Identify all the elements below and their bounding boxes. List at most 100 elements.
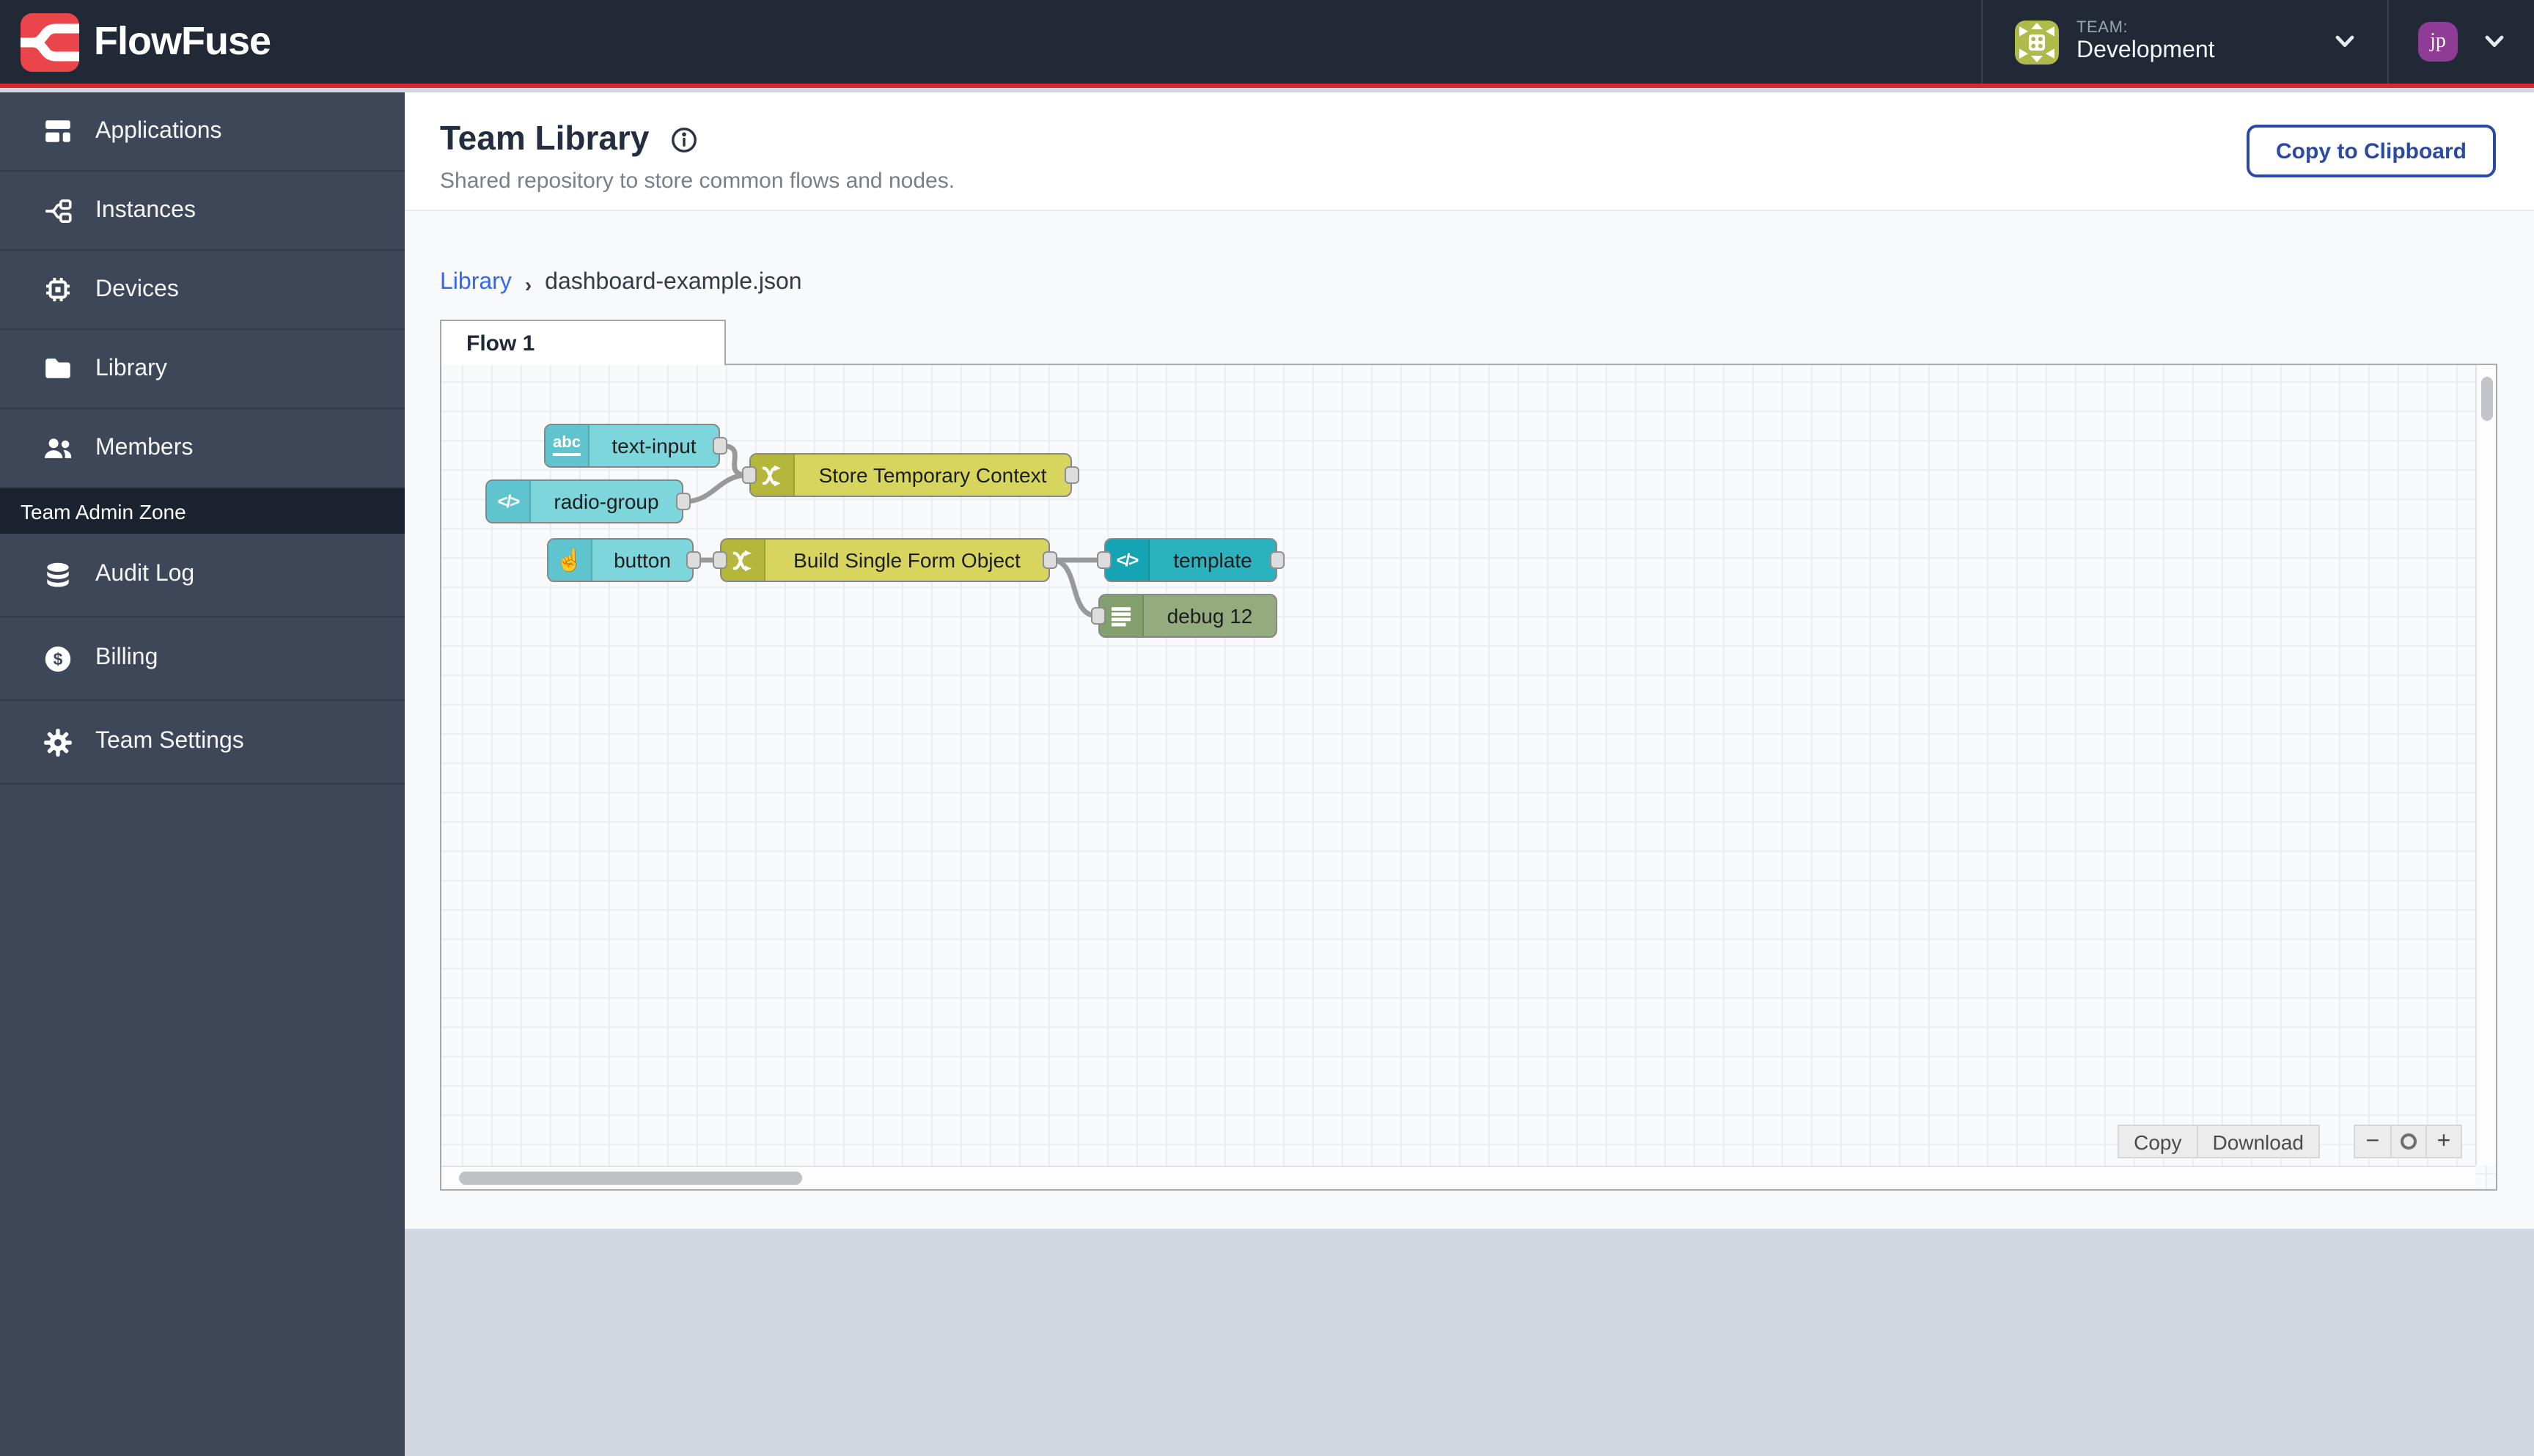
- audit-icon: [43, 559, 73, 590]
- node-output-port[interactable]: [1270, 551, 1285, 569]
- flow-tab[interactable]: Flow 1: [440, 320, 726, 365]
- sidebar-item-members[interactable]: Members: [0, 409, 405, 488]
- flow-node-template[interactable]: </> template: [1097, 538, 1285, 582]
- page-subtitle: Shared repository to store common flows …: [440, 169, 955, 194]
- team-avatar: [2015, 20, 2059, 64]
- abc-text-icon: abc: [553, 435, 581, 456]
- sidebar-main-nav: Applications Instances Devices Library Membe…: [0, 92, 405, 488]
- node-icon-box: [1100, 595, 1144, 636]
- breadcrumb-current-file: dashboard-example.json: [545, 270, 802, 295]
- screenshot-viewport: FlowFuse TEAM: Development jp Applicatio…: [0, 0, 2534, 1456]
- flow-node-radio-group[interactable]: </> radio-group: [485, 479, 691, 523]
- sidebar-item-label: Audit Log: [95, 562, 195, 587]
- node-label: text-input: [612, 434, 697, 457]
- canvas-vertical-scrollbar[interactable]: [2475, 365, 2496, 1166]
- flow-canvas[interactable]: abc text-input </> radio-group Store Tempora…: [440, 364, 2497, 1191]
- node-output-port[interactable]: [713, 437, 727, 455]
- canvas-horizontal-scrollbar[interactable]: [441, 1166, 2475, 1189]
- zoom-out-button[interactable]: −: [2355, 1126, 2390, 1157]
- vertical-scroll-thumb[interactable]: [2480, 377, 2492, 421]
- node-label: template: [1173, 548, 1252, 572]
- zoom-in-button[interactable]: +: [2425, 1126, 2461, 1157]
- flow-node-store-temporary-context[interactable]: Store Temporary Context: [742, 453, 1079, 497]
- node-icon-box: abc: [546, 425, 590, 466]
- team-chevron-down-icon[interactable]: [2335, 35, 2355, 48]
- sidebar-item-audit-log[interactable]: Audit Log: [0, 534, 405, 617]
- node-label: Store Temporary Context: [818, 463, 1047, 487]
- page-title: Team Library: [440, 119, 650, 157]
- node-label: button: [614, 548, 671, 572]
- node-icon-box: [721, 540, 765, 581]
- members-icon: [43, 433, 73, 463]
- flow-node-text-input[interactable]: abc text-input: [544, 424, 727, 468]
- node-output-port[interactable]: [676, 493, 691, 510]
- sidebar-item-instances[interactable]: Instances: [0, 172, 405, 251]
- breadcrumb-library-link[interactable]: Library: [440, 270, 512, 296]
- svg-text:$: $: [54, 649, 63, 668]
- node-output-port[interactable]: [686, 551, 701, 569]
- breadcrumb: Library › dashboard-example.json: [440, 270, 802, 296]
- node-output-port[interactable]: [1043, 551, 1057, 569]
- flow-wire[interactable]: [682, 472, 751, 504]
- shuffle-arrows-icon: [762, 464, 781, 486]
- sidebar-item-label: Library: [95, 356, 167, 380]
- flow-node-debug-12[interactable]: debug 12: [1091, 594, 1277, 638]
- sidebar-item-team-settings[interactable]: Team Settings: [0, 701, 405, 784]
- user-menu[interactable]: jp: [2389, 0, 2534, 84]
- node-input-port[interactable]: [742, 466, 757, 484]
- user-avatar: jp: [2418, 22, 2458, 62]
- node-input-port[interactable]: [713, 551, 727, 569]
- devices-icon: [43, 274, 73, 305]
- sidebar-admin-nav: Audit Log $ Billing Team Settings: [0, 534, 405, 784]
- info-icon[interactable]: [670, 126, 698, 154]
- team-label: TEAM:: [2076, 18, 2129, 37]
- flow-node-build-single-form-object[interactable]: Build Single Form Object: [713, 538, 1057, 582]
- sidebar-item-label: Team Settings: [95, 729, 244, 754]
- horizontal-scroll-thumb[interactable]: [459, 1172, 802, 1185]
- zoom-reset-button[interactable]: [2390, 1126, 2425, 1157]
- sidebar-item-label: Devices: [95, 276, 179, 301]
- flow-node-button[interactable]: ☝ button: [547, 538, 701, 582]
- sidebar-item-library[interactable]: Library: [0, 330, 405, 409]
- instances-icon: [43, 195, 73, 226]
- code-brackets-icon: </>: [497, 491, 521, 512]
- settings-icon: [43, 727, 73, 757]
- node-icon-box: ☝: [548, 540, 592, 581]
- billing-icon: $: [43, 643, 73, 674]
- code-brackets-icon: </>: [1116, 550, 1139, 570]
- node-icon-box: </>: [1106, 540, 1150, 581]
- shuffle-arrows-icon: [732, 549, 752, 571]
- sidebar-item-applications[interactable]: Applications: [0, 92, 405, 172]
- node-input-port[interactable]: [1097, 551, 1112, 569]
- applications-icon: [43, 116, 73, 147]
- canvas-export-controls: Copy Download: [2118, 1125, 2320, 1158]
- pointer-hand-icon: ☝: [556, 548, 584, 573]
- top-navbar: FlowFuse TEAM: Development jp: [0, 0, 2534, 88]
- copy-to-clipboard-button[interactable]: Copy to Clipboard: [2247, 125, 2496, 177]
- library-icon: [43, 353, 73, 384]
- app-window: FlowFuse TEAM: Development jp Applicatio…: [0, 0, 2534, 1456]
- canvas-download-button[interactable]: Download: [2196, 1126, 2318, 1157]
- canvas-copy-button[interactable]: Copy: [2119, 1126, 2196, 1157]
- brand-wordmark: FlowFuse: [94, 19, 271, 63]
- topbar-right: TEAM: Development jp: [1981, 0, 2534, 84]
- sidebar-item-label: Applications: [95, 118, 222, 143]
- zoom-reset-icon: [2401, 1133, 2417, 1150]
- sidebar-item-devices[interactable]: Devices: [0, 251, 405, 330]
- flow-wire[interactable]: [1049, 557, 1100, 619]
- node-output-port[interactable]: [1065, 466, 1079, 484]
- page-bottom-background: [405, 1229, 2534, 1456]
- sidebar: Applications Instances Devices Library Membe…: [0, 92, 405, 1456]
- list-lines-icon: [1111, 606, 1131, 626]
- team-switcher[interactable]: TEAM: Development: [1983, 0, 2387, 84]
- sidebar-item-billing[interactable]: $ Billing: [0, 617, 405, 701]
- node-icon-box: [751, 455, 795, 496]
- node-label: debug 12: [1167, 604, 1253, 628]
- brand-logo[interactable]: FlowFuse: [0, 12, 271, 71]
- sidebar-admin-zone-label: Team Admin Zone: [0, 488, 405, 534]
- flowfuse-logo-icon: [21, 12, 79, 71]
- node-icon-box: </>: [487, 481, 531, 522]
- node-input-port[interactable]: [1091, 607, 1106, 625]
- user-chevron-down-icon[interactable]: [2484, 35, 2505, 48]
- sidebar-item-label: Instances: [95, 197, 196, 222]
